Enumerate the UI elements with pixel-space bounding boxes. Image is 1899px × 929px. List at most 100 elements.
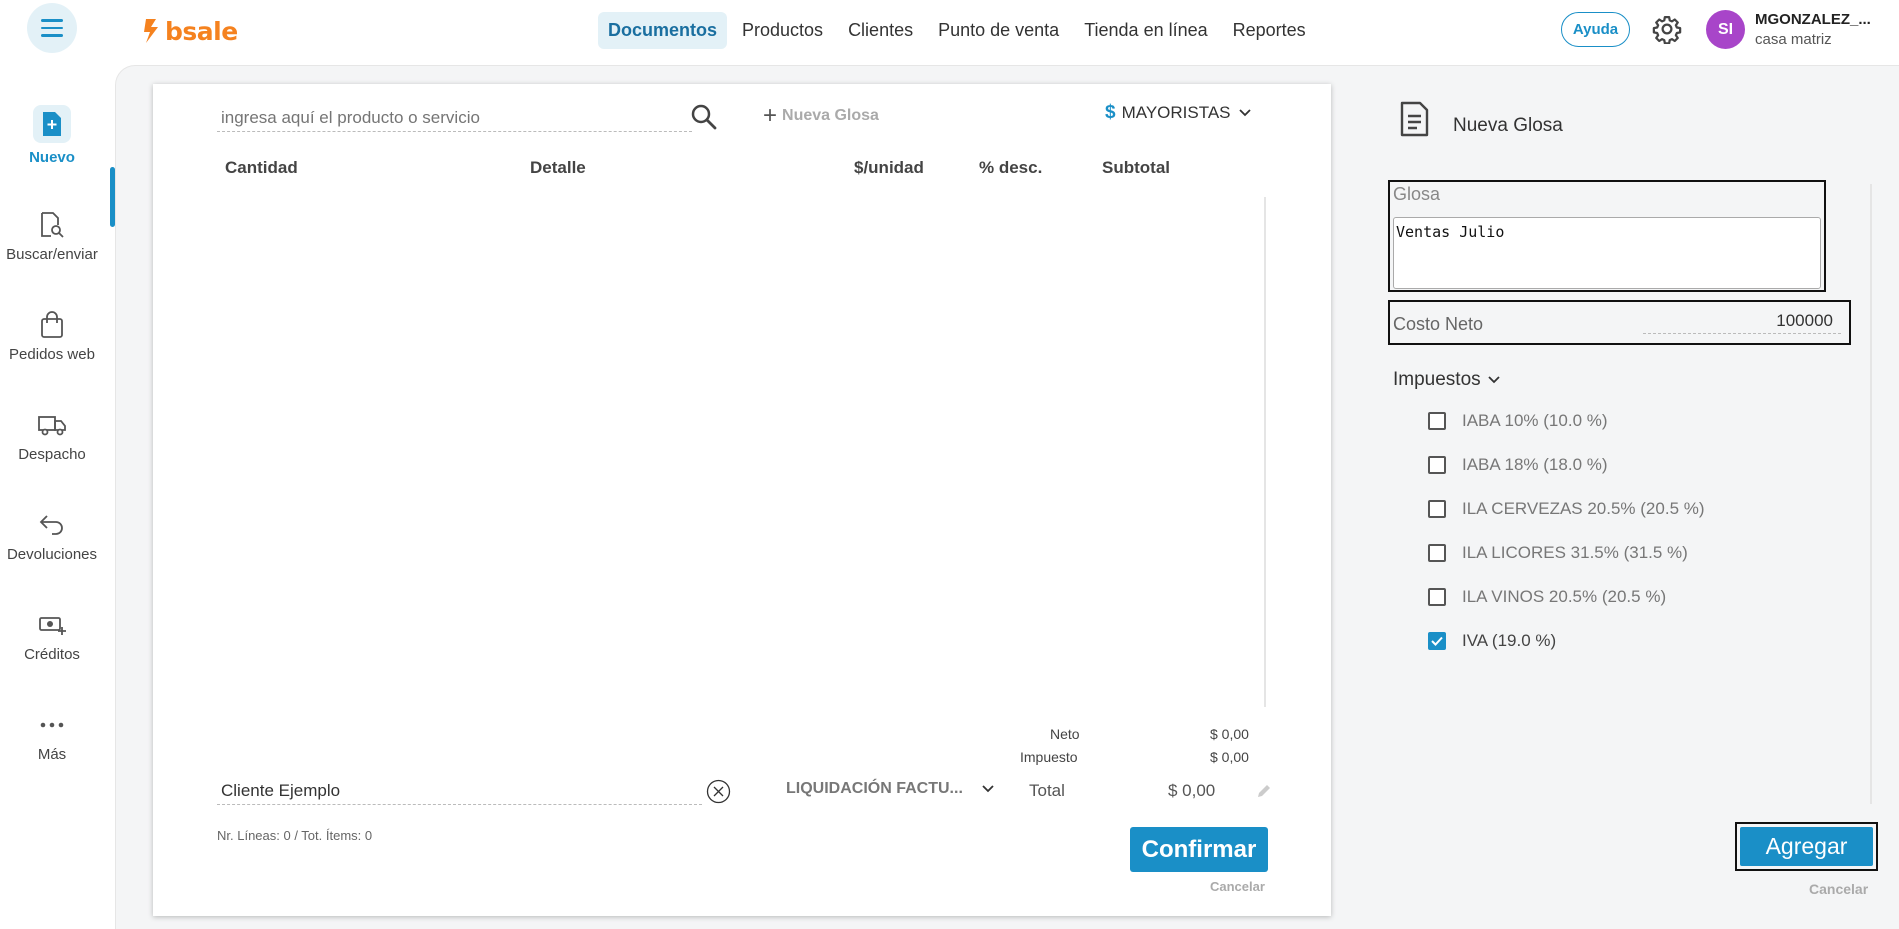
document-type-selector[interactable]: LIQUIDACIÓN FACTU... xyxy=(786,780,995,798)
menu-icon[interactable] xyxy=(27,3,77,53)
checkbox[interactable] xyxy=(1428,544,1446,562)
nav-tienda-en-linea[interactable]: Tienda en línea xyxy=(1074,12,1217,49)
chevron-down-icon xyxy=(1488,376,1500,384)
panel-cancel-link[interactable]: Cancelar xyxy=(1809,881,1868,897)
agregar-button-frame: Agregar xyxy=(1735,822,1878,871)
shopping-bag-icon xyxy=(37,310,67,340)
checkmark-icon xyxy=(1431,636,1443,646)
sidebar-item-buscar-enviar[interactable]: Buscar/enviar xyxy=(0,210,104,263)
tax-option-ila-licores[interactable]: ILA LICORES 31.5% (31.5 %) xyxy=(1428,543,1688,563)
document-card: + Nueva Glosa $ MAYORISTAS Cantidad Deta… xyxy=(153,84,1331,916)
gear-icon[interactable] xyxy=(1652,14,1682,44)
client-input[interactable] xyxy=(217,777,702,805)
logo-text: bsale xyxy=(165,16,238,46)
checkbox-checked[interactable] xyxy=(1428,632,1446,650)
column-header-precio-unidad: $/unidad xyxy=(854,158,924,177)
impuesto-value: $ 0,00 xyxy=(1210,749,1249,765)
costo-neto-input[interactable] xyxy=(1643,308,1841,334)
truck-icon xyxy=(37,410,67,440)
bsale-logo-icon xyxy=(144,19,158,43)
sidebar-item-mas[interactable]: Más xyxy=(0,710,104,763)
user-name[interactable]: MGONZALEZ_... xyxy=(1755,11,1871,28)
checkbox[interactable] xyxy=(1428,456,1446,474)
costo-neto-label: Costo Neto xyxy=(1393,314,1484,334)
plus-icon: + xyxy=(763,102,778,129)
checkbox[interactable] xyxy=(1428,500,1446,518)
nav-productos[interactable]: Productos xyxy=(732,12,833,49)
help-button[interactable]: Ayuda xyxy=(1561,12,1630,47)
chevron-down-icon xyxy=(1238,109,1251,117)
price-list-selector[interactable]: $ MAYORISTAS xyxy=(1105,102,1253,124)
tax-option-label: ILA CERVEZAS 20.5% (20.5 %) xyxy=(1462,499,1705,518)
nav-reportes[interactable]: Reportes xyxy=(1223,12,1316,49)
new-document-icon xyxy=(33,105,71,143)
nueva-glosa-label: Nueva Glosa xyxy=(782,107,879,124)
lines-info: Nr. Líneas: 0 / Tot. Ítems: 0 xyxy=(217,828,373,843)
total-label: Total xyxy=(1029,781,1065,800)
cancel-link[interactable]: Cancelar xyxy=(1210,879,1265,894)
user-branch: casa matriz xyxy=(1755,31,1832,48)
document-type-label: LIQUIDACIÓN FACTU... xyxy=(786,780,963,797)
sidebar-item-label: Devoluciones xyxy=(6,546,98,563)
pencil-icon[interactable] xyxy=(1254,781,1274,801)
impuestos-toggle[interactable]: Impuestos xyxy=(1393,369,1501,391)
glosa-field-group: Glosa Ventas Julio xyxy=(1388,180,1826,292)
tax-option-ila-vinos[interactable]: ILA VINOS 20.5% (20.5 %) xyxy=(1428,587,1666,607)
main-nav: Documentos Productos Clientes Punto de v… xyxy=(598,12,1321,49)
glosa-label: Glosa xyxy=(1393,184,1441,204)
nav-punto-de-venta[interactable]: Punto de venta xyxy=(928,12,1069,49)
agregar-button[interactable]: Agregar xyxy=(1740,827,1873,866)
sidebar-item-nuevo[interactable]: Nuevo xyxy=(0,105,104,166)
money-plus-icon xyxy=(37,610,67,640)
panel-scrollbar[interactable] xyxy=(1870,184,1872,804)
price-list-label: MAYORISTAS xyxy=(1121,103,1231,122)
more-dots-icon xyxy=(37,710,67,740)
return-arrow-icon xyxy=(37,510,67,540)
dollar-icon: $ xyxy=(1105,102,1116,123)
tax-option-iaba-18[interactable]: IABA 18% (18.0 %) xyxy=(1428,455,1608,475)
document-icon xyxy=(1400,101,1429,137)
confirm-button[interactable]: Confirmar xyxy=(1130,827,1268,872)
total-value: $ 0,00 xyxy=(1168,781,1216,800)
neto-value: $ 0,00 xyxy=(1210,726,1249,742)
nueva-glosa-link[interactable]: + Nueva Glosa xyxy=(763,104,879,128)
search-icon[interactable] xyxy=(689,102,719,132)
sidebar-item-label: Más xyxy=(37,746,67,763)
bsale-logo[interactable]: bsale xyxy=(142,14,238,48)
tax-option-iva[interactable]: IVA (19.0 %) xyxy=(1428,631,1556,651)
impuestos-label: Impuestos xyxy=(1393,369,1481,390)
impuesto-label: Impuesto xyxy=(1020,749,1078,765)
panel-title: Nueva Glosa xyxy=(1453,115,1563,136)
column-header-cantidad: Cantidad xyxy=(225,158,298,177)
nav-documentos[interactable]: Documentos xyxy=(598,12,728,49)
sidebar-item-label: Despacho xyxy=(18,446,86,463)
search-document-icon xyxy=(37,210,67,240)
product-search-input[interactable] xyxy=(217,104,692,132)
column-header-subtotal: Subtotal xyxy=(1102,158,1170,177)
sidebar-item-pedidos-web[interactable]: Pedidos web xyxy=(0,310,104,363)
tax-option-ila-cervezas[interactable]: ILA CERVEZAS 20.5% (20.5 %) xyxy=(1428,499,1705,519)
tax-option-label: ILA VINOS 20.5% (20.5 %) xyxy=(1462,587,1667,606)
checkbox[interactable] xyxy=(1428,412,1446,430)
chevron-down-icon xyxy=(982,785,994,793)
lines-scrollbar[interactable] xyxy=(1264,197,1266,707)
checkbox[interactable] xyxy=(1428,588,1446,606)
avatar[interactable]: SI xyxy=(1706,10,1745,49)
costo-neto-field-group: Costo Neto xyxy=(1388,300,1851,345)
nav-clientes[interactable]: Clientes xyxy=(838,12,923,49)
column-header-descuento: % desc. xyxy=(979,158,1043,177)
tax-option-label: IVA (19.0 %) xyxy=(1462,631,1557,650)
sidebar-item-label: Buscar/enviar xyxy=(6,246,98,263)
tax-option-label: IABA 18% (18.0 %) xyxy=(1462,455,1608,474)
close-icon[interactable] xyxy=(706,779,731,804)
tax-option-label: IABA 10% (10.0 %) xyxy=(1462,411,1608,430)
column-header-detalle: Detalle xyxy=(530,158,586,177)
glosa-textarea[interactable]: Ventas Julio xyxy=(1393,217,1821,289)
tax-option-iaba-10[interactable]: IABA 10% (10.0 %) xyxy=(1428,411,1608,431)
sidebar-item-creditos[interactable]: Créditos xyxy=(0,610,104,663)
top-bar: bsale Documentos Productos Clientes Punt… xyxy=(0,0,1899,62)
sidebar: Nuevo Buscar/enviar Pedidos web Despacho… xyxy=(0,62,115,929)
sidebar-item-devoluciones[interactable]: Devoluciones xyxy=(0,510,104,563)
sidebar-item-despacho[interactable]: Despacho xyxy=(0,410,104,463)
sidebar-item-label: Créditos xyxy=(24,646,80,663)
